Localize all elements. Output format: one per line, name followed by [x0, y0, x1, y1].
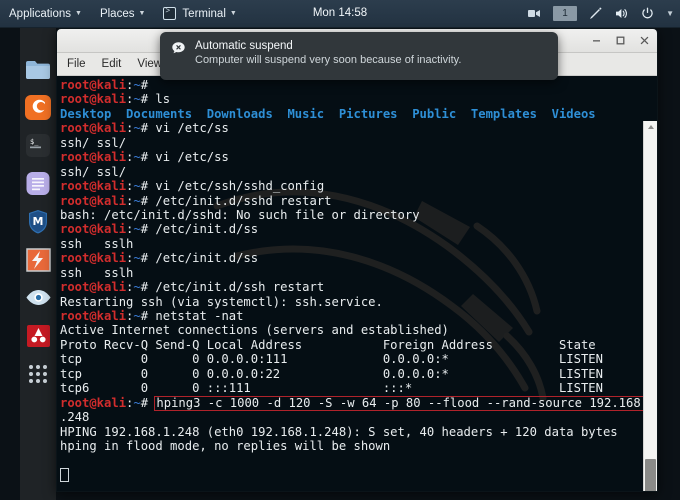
terminal-output-area[interactable]: root@kali:~# root@kali:~# ls Desktop Docu… [57, 76, 657, 491]
chevron-down-icon: ▼ [229, 10, 237, 17]
prompt-user: root@kali [60, 395, 127, 410]
terminal-line: root@kali:~# netstat -nat [60, 309, 244, 323]
show-applications-icon[interactable] [25, 361, 52, 386]
metasploit-icon[interactable]: M [25, 209, 52, 234]
terminal-line: HPING 192.168.1.248 (eth0 192.168.1.248)… [60, 424, 618, 439]
volume-icon[interactable] [614, 6, 629, 21]
terminal-icon[interactable]: $_ [25, 133, 52, 158]
terminal-line: root@kali:~# /etc/init.d/ssh restart [60, 280, 325, 295]
application-dock: $_ M [20, 27, 56, 500]
terminal-line: tcp 0 0 0.0.0.0:22 0.0.0.0:* LISTEN [60, 366, 603, 381]
terminal-text: root@kali:~# root@kali:~# ls Desktop Docu… [57, 76, 657, 482]
terminal-window[interactable]: File Edit View root@kali:~# root@kali:~#… [56, 28, 658, 492]
chevron-down-icon: ▼ [75, 10, 82, 17]
prompt-user: root@kali [60, 193, 127, 208]
terminal-line: .248 [60, 410, 90, 425]
file-manager-icon[interactable] [25, 57, 52, 82]
chevron-down-icon[interactable]: ▼ [666, 9, 674, 18]
terminal-line: root@kali:~# /etc/init.d/sshd restart [60, 193, 332, 208]
power-icon[interactable] [640, 6, 655, 21]
places-menu[interactable]: Places ▼ [91, 0, 154, 27]
menu-view[interactable]: View [137, 58, 162, 70]
terminal-icon [163, 6, 177, 20]
prompt-user: root@kali [60, 251, 127, 266]
svg-text:$_: $_ [30, 138, 39, 146]
prompt-user: root@kali [60, 179, 127, 194]
svg-text:M: M [33, 215, 44, 228]
terminal-line: ssh sslh [60, 236, 134, 251]
terminal-line: ssh/ ssl/ [60, 135, 127, 150]
prompt-user: root@kali [60, 309, 127, 323]
chevron-down-icon: ▼ [138, 10, 146, 17]
wireshark-icon[interactable] [25, 285, 52, 310]
notification-title: Automatic suspend [195, 40, 293, 52]
scroll-up-arrow-icon[interactable] [644, 121, 657, 132]
notification-body: Computer will suspend very soon because … [195, 54, 462, 66]
screencast-icon[interactable] [527, 6, 542, 21]
speech-bubble-dismiss-icon [171, 41, 186, 56]
top-panel: Applications ▼ Places ▼ Terminal ▼ Mon 1… [0, 0, 680, 28]
prompt-user: root@kali [60, 121, 127, 136]
prompt-user: root@kali [60, 92, 127, 107]
terminal-line: root@kali:~# vi /etc/ssh/sshd_config [60, 179, 325, 194]
prompt-user: root@kali [60, 78, 127, 92]
burpsuite-icon[interactable] [25, 247, 52, 272]
terminal-line: root@kali:~# hping3 -c 1000 -d 120 -S -w… [60, 395, 657, 411]
highlighted-command: hping3 -c 1000 -d 120 -S -w 64 -p 80 --f… [154, 395, 657, 411]
text-editor-icon[interactable] [25, 171, 52, 196]
window-controls [590, 29, 651, 52]
app-grid-dots [27, 364, 49, 383]
terminal-line: Active Internet connections (servers and… [60, 323, 449, 338]
prompt-user: root@kali [60, 222, 127, 237]
terminal-line: root@kali:~# vi /etc/ss [60, 121, 229, 136]
pen-icon[interactable] [588, 6, 603, 21]
terminal-line: bash: /etc/init.d/sshd: No such file or … [60, 207, 420, 222]
applications-menu-label: Applications [9, 7, 72, 20]
terminal-line: Restarting ssh (via systemctl): ssh.serv… [60, 294, 383, 309]
terminal-line: ssh/ ssl/ [60, 164, 127, 179]
firefox-icon[interactable] [25, 95, 52, 120]
terminal-window-menu-label: Terminal [182, 7, 226, 20]
menu-edit[interactable]: Edit [102, 58, 122, 70]
notification-text: Automatic suspend Computer will suspend … [195, 40, 461, 66]
terminal-scrollbar[interactable] [643, 121, 657, 491]
terminal-line: root@kali:~# /etc/init.d/ss [60, 222, 259, 237]
maximize-icon[interactable] [614, 34, 627, 47]
terminal-line: root@kali:~# /etc/init.d/ss [60, 251, 259, 266]
notification-popup[interactable]: Automatic suspend Computer will suspend … [160, 32, 558, 80]
terminal-line: tcp 0 0 0.0.0.0:111 0.0.0.0:* LISTEN [60, 352, 603, 367]
terminal-line: root@kali:~# vi /etc/ss [60, 150, 229, 165]
system-tray: 1 ▼ [527, 0, 674, 27]
terminal-line: tcp6 0 0 :::111 :::* LISTEN [60, 381, 603, 396]
terminal-window-menu[interactable]: Terminal ▼ [154, 0, 245, 27]
close-icon[interactable] [638, 34, 651, 47]
menu-file[interactable]: File [67, 58, 86, 70]
terminal-line: ssh sslh [60, 265, 134, 280]
beef-icon[interactable] [25, 323, 52, 348]
terminal-cursor [60, 467, 69, 482]
terminal-line [60, 467, 657, 482]
terminal-line: Desktop Documents Downloads Music Pictur… [60, 106, 596, 121]
workspace-indicator[interactable]: 1 [553, 6, 578, 21]
terminal-line: Proto Recv-Q Send-Q Local Address Foreig… [60, 337, 596, 352]
terminal-line: root@kali:~# [60, 78, 149, 92]
desktop-screen: $_ M File Edit View root@kali:~# root@ka… [0, 0, 680, 500]
terminal-line: root@kali:~# ls [60, 92, 171, 107]
applications-menu[interactable]: Applications ▼ [0, 0, 91, 27]
minimize-icon[interactable] [590, 34, 603, 47]
prompt-user: root@kali [60, 280, 127, 295]
places-menu-label: Places [99, 7, 135, 20]
prompt-user: root@kali [60, 150, 127, 165]
terminal-line: hping in flood mode, no replies will be … [60, 438, 391, 453]
scrollbar-thumb[interactable] [645, 459, 656, 491]
